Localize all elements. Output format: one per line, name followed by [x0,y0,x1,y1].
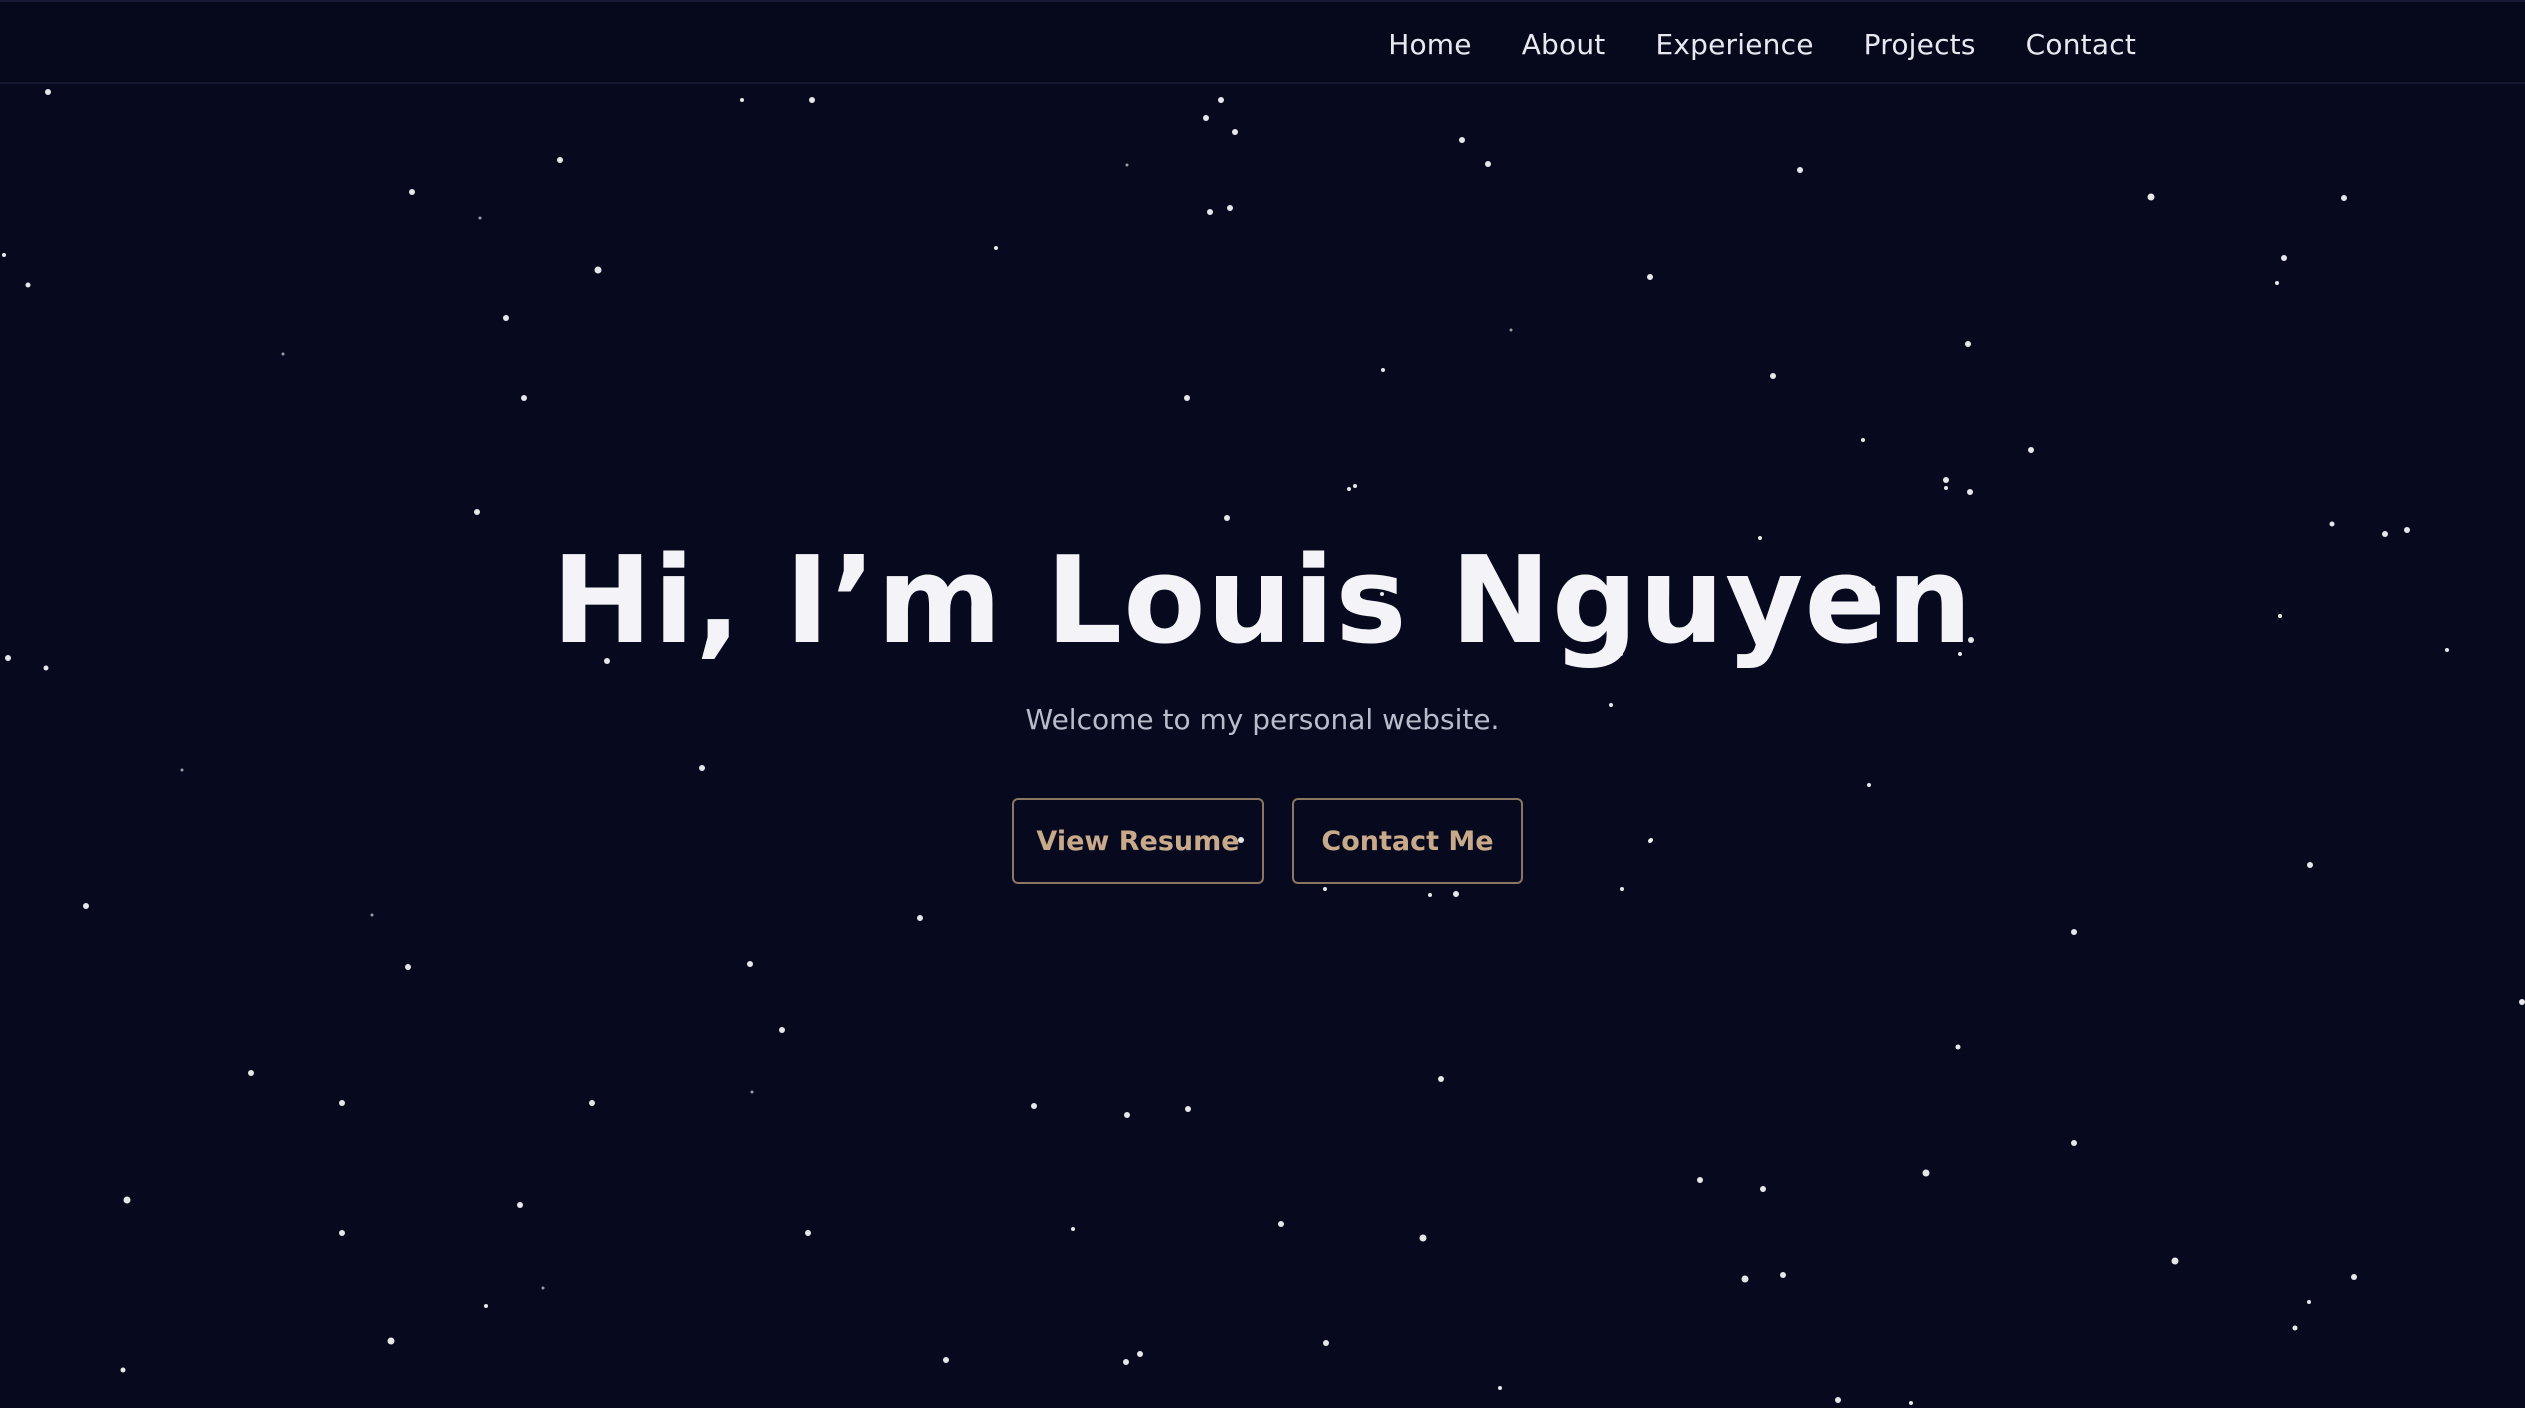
contact-me-button[interactable]: Contact Me [1292,798,1523,884]
hero-title: Hi, I’m Louis Nguyen [551,532,1974,671]
hero-section: Hi, I’m Louis Nguyen Welcome to my perso… [0,0,2525,1408]
hero-subtitle: Welcome to my personal website. [1025,703,1500,736]
hero-buttons: View Resume Contact Me [1012,798,1523,884]
page: Home About Experience Projects Contact H… [0,0,2525,1408]
view-resume-button[interactable]: View Resume [1012,798,1264,884]
